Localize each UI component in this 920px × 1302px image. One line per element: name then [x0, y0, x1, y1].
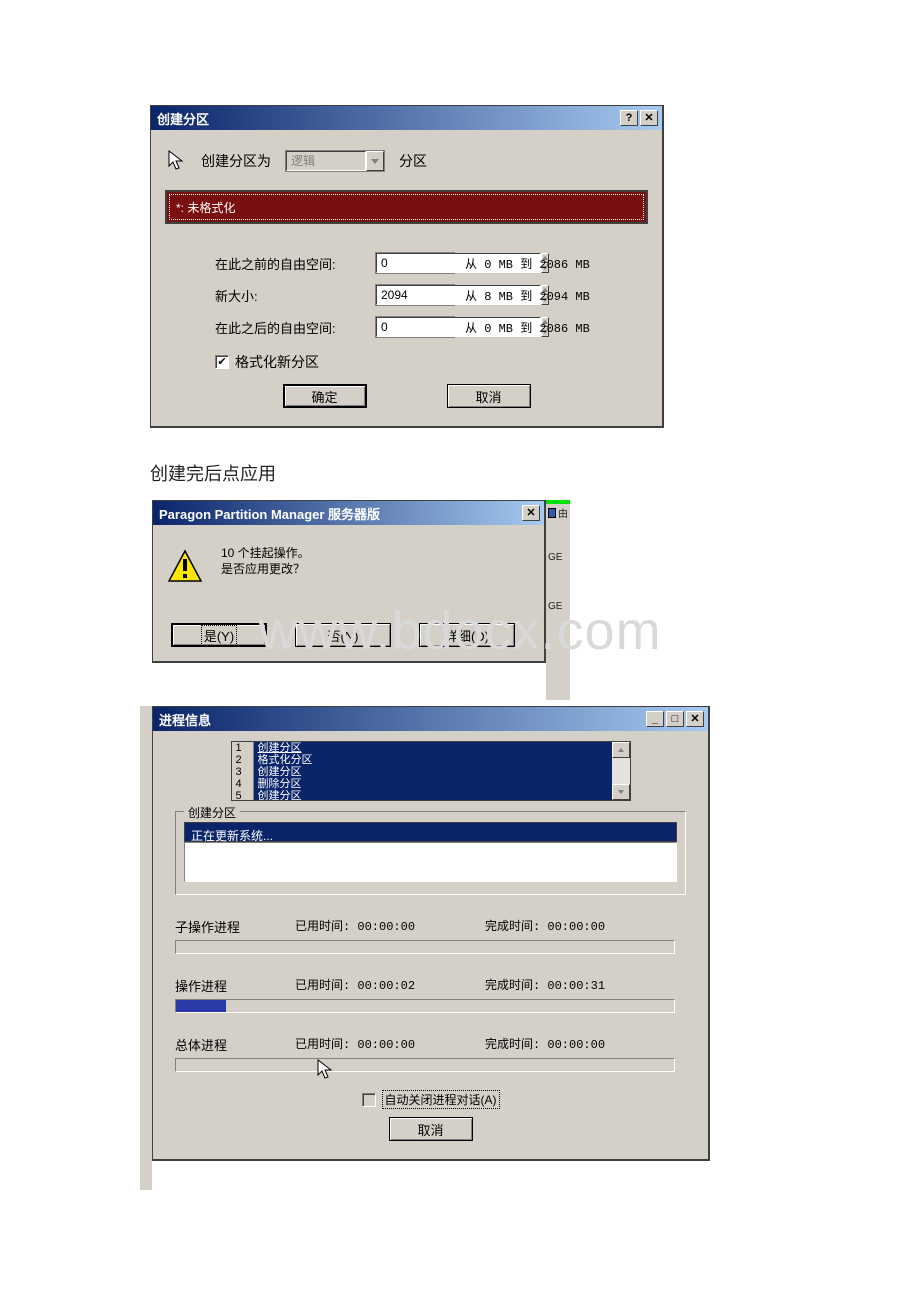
total-elapsed-value: 00:00:00 — [357, 1038, 415, 1052]
scrollbar[interactable] — [612, 742, 630, 800]
partition-visual-bar: *: 未格式化 — [165, 190, 648, 224]
op-progress-bar — [175, 999, 675, 1013]
op-finish-value: 00:00:31 — [547, 979, 605, 993]
cancel-button[interactable]: 取消 — [389, 1117, 473, 1141]
body-caption: 创建完后点应用 — [150, 460, 276, 486]
ok-button[interactable]: 确定 — [283, 384, 367, 408]
free-after-range: 从 0 MB 到 2086 MB — [465, 319, 685, 336]
partition-suffix-label: 分区 — [399, 151, 427, 171]
total-progress-bar — [175, 1058, 675, 1072]
list-item[interactable]: 删除分区 — [258, 778, 302, 790]
maximize-button[interactable]: □ — [666, 711, 684, 727]
total-progress-label: 总体进程 — [175, 1035, 295, 1054]
minimize-button[interactable]: _ — [646, 711, 664, 727]
titlebar: Paragon Partition Manager 服务器版 ✕ — [153, 501, 544, 525]
new-size-label: 新大小: — [215, 286, 375, 305]
elapsed-label: 已用时间: — [295, 920, 350, 934]
chevron-down-icon[interactable] — [366, 151, 384, 171]
yes-button[interactable]: 是(Y) — [171, 623, 267, 647]
sub-finish-value: 00:00:00 — [547, 920, 605, 934]
op-elapsed-value: 00:00:02 — [357, 979, 415, 993]
details-button[interactable]: 详细(D) — [419, 623, 515, 647]
background-stub — [140, 706, 152, 1190]
partition-bar-label: *: 未格式化 — [169, 194, 644, 220]
dialog-title: Paragon Partition Manager 服务器版 — [159, 504, 380, 523]
list-item[interactable]: 创建分区 — [258, 790, 302, 800]
cursor-icon — [167, 150, 187, 172]
sub-progress-label: 子操作进程 — [175, 917, 295, 936]
drive-icon — [548, 508, 556, 518]
scroll-down-icon[interactable] — [612, 784, 630, 800]
scroll-track[interactable] — [612, 758, 630, 784]
scroll-up-icon[interactable] — [612, 742, 630, 758]
free-after-spinner[interactable] — [375, 316, 455, 338]
cancel-button[interactable]: 取消 — [447, 384, 531, 408]
close-button[interactable]: ✕ — [686, 711, 704, 727]
strip-text: 由 — [558, 505, 568, 520]
progress-dialog: 进程信息 _ □ ✕ 1 2 3 4 5 创建分区 格式化分区 创建分区 删除分… — [152, 706, 710, 1161]
close-button[interactable]: ✕ — [522, 505, 540, 521]
list-item[interactable]: 创建分区 — [258, 766, 302, 778]
no-button[interactable]: 否(N) — [295, 623, 391, 647]
background-strip: 由 GE GE — [546, 500, 570, 700]
dialog-title: 创建分区 — [157, 109, 209, 128]
operations-list[interactable]: 1 2 3 4 5 创建分区 格式化分区 创建分区 删除分区 创建分区 — [231, 741, 631, 801]
group-title: 创建分区 — [184, 804, 240, 821]
op-progress-label: 操作进程 — [175, 976, 295, 995]
elapsed-label: 已用时间: — [295, 1038, 350, 1052]
format-checkbox-label: 格式化新分区 — [235, 352, 319, 372]
finish-label: 完成时间: — [485, 1038, 540, 1052]
operations-items: 创建分区 格式化分区 创建分区 删除分区 创建分区 — [254, 742, 612, 800]
close-button[interactable]: ✕ — [640, 110, 658, 126]
current-op-group: 创建分区 正在更新系统... — [175, 811, 686, 895]
confirm-line1: 10 个挂起操作。 — [221, 545, 532, 561]
free-before-spinner[interactable] — [375, 252, 455, 274]
free-before-label: 在此之前的自由空间: — [215, 254, 375, 273]
elapsed-label: 已用时间: — [295, 979, 350, 993]
titlebar: 进程信息 _ □ ✕ — [153, 707, 708, 731]
titlebar: 创建分区 ? ✕ — [151, 106, 662, 130]
dialog-title: 进程信息 — [159, 710, 211, 729]
create-as-label: 创建分区为 — [201, 151, 271, 171]
operations-index-col: 1 2 3 4 5 — [232, 742, 254, 800]
list-item[interactable]: 创建分区 — [258, 742, 302, 754]
strip-text: GE — [548, 552, 562, 563]
status-message: 正在更新系统... — [184, 822, 677, 842]
cursor-icon — [316, 1059, 336, 1081]
list-item[interactable]: 格式化分区 — [258, 754, 313, 766]
total-finish-value: 00:00:00 — [547, 1038, 605, 1052]
new-size-range: 从 8 MB 到 2094 MB — [465, 287, 685, 304]
strip-text: GE — [548, 601, 562, 612]
apply-confirm-dialog: Paragon Partition Manager 服务器版 ✕ 10 个挂起操… — [152, 500, 546, 663]
warning-icon — [167, 549, 203, 583]
sub-progress-bar — [175, 940, 675, 954]
format-checkbox[interactable]: ✔ — [215, 355, 229, 369]
confirm-line2: 是否应用更改？ — [221, 561, 532, 577]
auto-close-label: 自动关闭进程对话(A) — [382, 1090, 500, 1109]
help-button[interactable]: ? — [620, 110, 638, 126]
partition-type-combo[interactable]: 逻辑 — [285, 150, 385, 172]
status-log-area — [184, 842, 677, 882]
new-size-spinner[interactable] — [375, 284, 455, 306]
partition-type-value: 逻辑 — [286, 151, 366, 171]
free-before-range: 从 0 MB 到 2086 MB — [465, 255, 685, 272]
sub-elapsed-value: 00:00:00 — [357, 920, 415, 934]
finish-label: 完成时间: — [485, 920, 540, 934]
free-after-label: 在此之后的自由空间: — [215, 318, 375, 337]
finish-label: 完成时间: — [485, 979, 540, 993]
auto-close-checkbox[interactable] — [362, 1093, 376, 1107]
create-partition-dialog: 创建分区 ? ✕ 创建分区为 逻辑 分区 *: 未格式化 在此之前的自由空间: — [150, 105, 664, 428]
